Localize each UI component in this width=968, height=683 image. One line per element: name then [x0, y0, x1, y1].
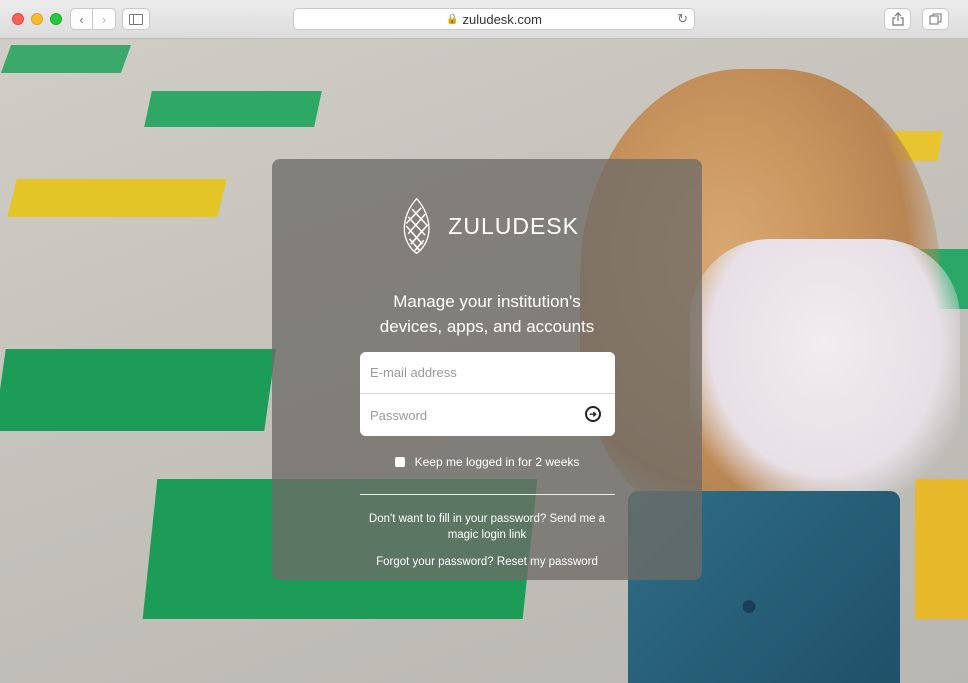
forgot-password-link[interactable]: Forgot your password? Reset my password — [272, 556, 702, 568]
browser-window: ‹ › 🔒 zuludesk.com ↻ ● ZULUDESK Manage y… — [0, 0, 968, 683]
minimize-window-button[interactable] — [31, 13, 43, 25]
credentials-form: ➜ — [360, 352, 615, 436]
chevron-left-icon: ‹ — [79, 11, 84, 27]
email-input[interactable] — [360, 352, 615, 394]
password-input[interactable] — [360, 394, 615, 436]
remember-me-label: Keep me logged in for 2 weeks — [414, 455, 580, 469]
chevron-right-icon: › — [101, 11, 107, 27]
show-tabs-button[interactable] — [922, 8, 949, 30]
tabs-icon — [929, 13, 942, 25]
magic-link[interactable]: Don't want to fill in your password? Sen… — [352, 511, 622, 543]
sidebar-icon — [129, 13, 143, 25]
reload-icon[interactable]: ↻ — [677, 11, 688, 27]
child-dress — [690, 239, 960, 499]
brand-name: ZULUDESK — [448, 212, 579, 239]
browser-toolbar: ‹ › 🔒 zuludesk.com ↻ — [0, 0, 968, 39]
zoom-window-button[interactable] — [50, 13, 62, 25]
background-tile — [0, 45, 132, 73]
back-button[interactable]: ‹ — [70, 8, 93, 30]
background-tile — [0, 349, 276, 431]
leaf-logo-icon — [403, 197, 430, 255]
share-button[interactable] — [884, 8, 911, 30]
background-tile — [7, 179, 227, 217]
tagline-line-1: Manage your institution's — [393, 292, 581, 311]
background-tile — [915, 479, 968, 619]
address-bar[interactable]: 🔒 zuludesk.com ↻ — [293, 8, 695, 30]
brand-logo: ZULUDESK — [403, 181, 579, 271]
forward-button[interactable]: › — [93, 8, 116, 30]
apple-logo-icon: ● — [740, 589, 759, 622]
background-tile — [144, 91, 322, 127]
remember-me-row[interactable]: Keep me logged in for 2 weeks — [272, 455, 702, 469]
navigation-buttons: ‹ › — [70, 8, 116, 30]
divider — [360, 494, 615, 495]
submit-login-button[interactable]: ➜ — [585, 406, 601, 422]
password-row: ➜ — [360, 394, 615, 436]
share-icon — [891, 12, 904, 26]
sidebar-toggle-button[interactable] — [122, 8, 150, 30]
lock-icon: 🔒 — [446, 13, 459, 25]
url-text: zuludesk.com — [462, 11, 542, 27]
login-card: ZULUDESK Manage your institution's devic… — [272, 159, 702, 580]
tagline-line-2: devices, apps, and accounts — [379, 317, 595, 336]
remember-me-checkbox[interactable] — [394, 457, 405, 467]
arrow-right-icon: ➜ — [589, 408, 597, 419]
tagline: Manage your institution's devices, apps,… — [272, 289, 702, 339]
close-window-button[interactable] — [12, 13, 24, 25]
